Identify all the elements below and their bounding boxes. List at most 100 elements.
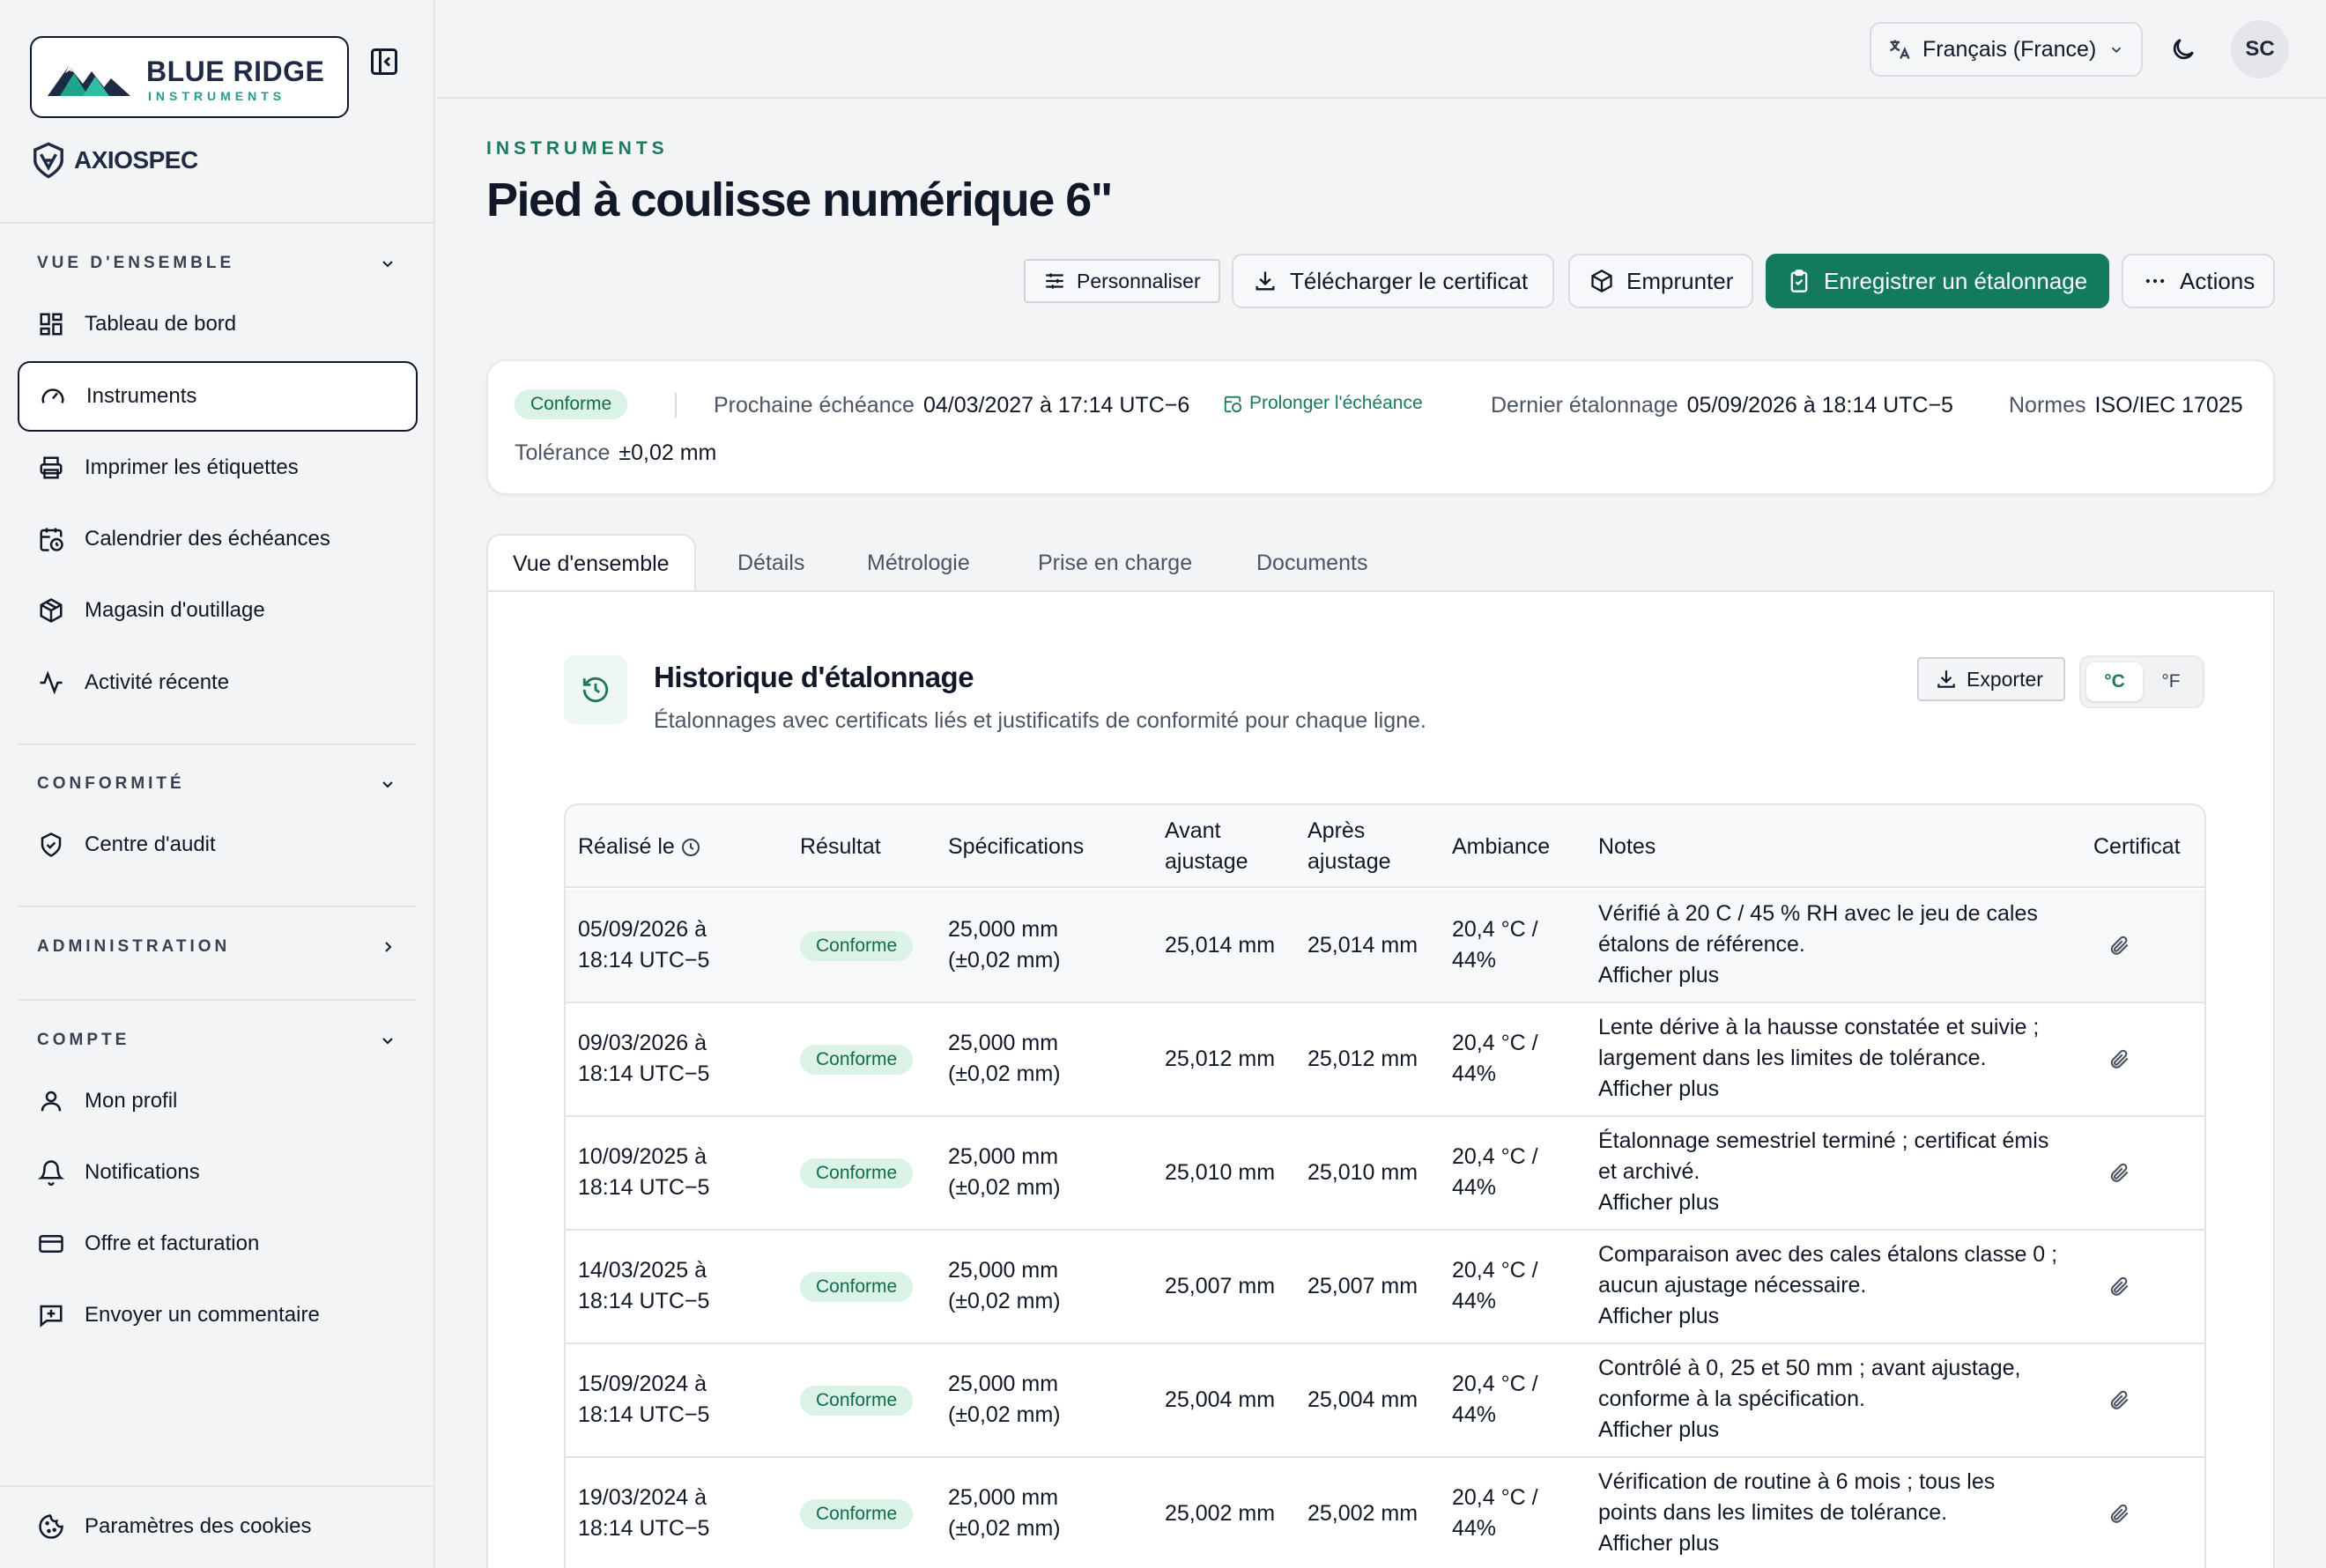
brand-logo[interactable]: BLUE RIDGE INSTRUMENTS	[30, 36, 349, 118]
borrow-button[interactable]: Emprunter	[1568, 254, 1753, 308]
tab-overview[interactable]: Vue d'ensemble	[486, 534, 696, 592]
paperclip-icon[interactable]	[2107, 1388, 2130, 1411]
show-more-link[interactable]: Afficher plus	[1598, 1528, 1995, 1559]
section-title-compliance[interactable]: CONFORMITÉ	[37, 774, 185, 794]
table-header: Réalisé le Résultat Spécifications Avant…	[566, 805, 2204, 888]
cell-notes-line1: Vérification de routine à 6 mois ; tous …	[1598, 1469, 1996, 1494]
table-row[interactable]: 09/03/2026 à 18:14 UTC−5 Conforme 25,000 mm…	[566, 1003, 2204, 1117]
language-select[interactable]: Français (France)	[1870, 22, 2143, 77]
cell-before: 25,002 mm	[1165, 1501, 1276, 1526]
cell-spec: 25,000 mm (±0,02 mm)	[948, 1369, 1061, 1431]
sidebar-item-recent-activity[interactable]: Activité récente	[18, 647, 418, 718]
chevron-down-icon[interactable]	[377, 773, 398, 795]
tab-support[interactable]: Prise en charge	[1038, 534, 1192, 592]
sidebar-item-feedback[interactable]: Envoyer un commentaire	[18, 1280, 418, 1350]
column-header-spec: Spécifications	[948, 834, 1085, 859]
paperclip-icon[interactable]	[2107, 1502, 2130, 1525]
extend-due-link[interactable]: Prolonger l'échéance	[1223, 393, 1423, 414]
dark-mode-toggle-icon[interactable]	[2169, 35, 2197, 63]
show-more-link[interactable]: Afficher plus	[1598, 1301, 2057, 1332]
unit-celsius[interactable]: °C	[2086, 662, 2143, 701]
table-row[interactable]: 05/09/2026 à 18:14 UTC−5 Conforme 25,000 mm…	[566, 890, 2204, 1003]
sidebar-item-notifications[interactable]: Notifications	[18, 1137, 418, 1208]
record-calibration-button[interactable]: Enregistrer un étalonnage	[1766, 254, 2109, 308]
tab-details[interactable]: Détails	[737, 534, 804, 592]
avatar[interactable]: SC	[2231, 20, 2289, 78]
tab-metrology[interactable]: Métrologie	[867, 534, 970, 592]
cell-ambient-line1: 20,4 °C /	[1452, 1258, 1538, 1283]
section-title-administration[interactable]: ADMINISTRATION	[37, 937, 230, 957]
tab-documents[interactable]: Documents	[1256, 534, 1367, 592]
status-badge: Conforme	[800, 1271, 914, 1302]
paperclip-icon[interactable]	[2107, 1047, 2130, 1070]
column-header-date[interactable]: Réalisé le	[578, 832, 701, 862]
cell-before: 25,010 mm	[1165, 1160, 1276, 1185]
divider	[0, 222, 435, 224]
column-header-after: Après ajustage	[1307, 816, 1391, 877]
cell-notes-line2: points dans les limites de tolérance.	[1598, 1500, 1948, 1525]
language-label: Français (France)	[1922, 36, 2097, 62]
chevron-down-icon	[2112, 47, 2122, 54]
mountain-logo-icon	[48, 66, 130, 96]
show-more-link[interactable]: Afficher plus	[1598, 1074, 2039, 1105]
history-icon	[564, 655, 627, 724]
section-title-overview[interactable]: VUE D'ENSEMBLE	[37, 254, 234, 273]
cell-notes-line1: Contrôlé à 0, 25 et 50 mm ; avant ajusta…	[1598, 1356, 2021, 1380]
collapse-sidebar-icon[interactable]	[368, 46, 400, 78]
temperature-unit-toggle: °C °F	[2079, 655, 2204, 708]
breadcrumb[interactable]: INSTRUMENTS	[486, 138, 669, 159]
cell-date-line1: 05/09/2026 à	[578, 917, 707, 942]
sidebar-item-due-calendar[interactable]: Calendrier des échéances	[18, 504, 418, 574]
table-row[interactable]: 19/03/2024 à 18:14 UTC−5 Conforme 25,000 mm…	[566, 1458, 2204, 1568]
paperclip-icon[interactable]	[2107, 1161, 2130, 1184]
table-row[interactable]: 10/09/2025 à 18:14 UTC−5 Conforme 25,000 mm…	[566, 1117, 2204, 1231]
unit-fahrenheit[interactable]: °F	[2143, 662, 2199, 701]
package-icon	[37, 596, 65, 625]
brand-subtitle: INSTRUMENTS	[148, 89, 286, 103]
cell-after: 25,012 mm	[1307, 1047, 1419, 1071]
message-plus-icon	[37, 1301, 65, 1329]
column-header-ambient: Ambiance	[1452, 834, 1551, 859]
cell-ambient-line2: 44%	[1452, 1516, 1497, 1541]
actions-button[interactable]: Actions	[2122, 254, 2275, 308]
sidebar-item-dashboard[interactable]: Tableau de bord	[18, 289, 418, 359]
sidebar-item-profile[interactable]: Mon profil	[18, 1066, 418, 1136]
cell-spec-line2: (±0,02 mm)	[948, 1402, 1061, 1427]
chevron-down-icon[interactable]	[377, 253, 398, 274]
chevron-down-icon[interactable]	[377, 1030, 398, 1051]
actions-button-label: Actions	[2180, 267, 2256, 294]
standards-value: ISO/IEC 17025	[2094, 393, 2243, 418]
section-title-account[interactable]: COMPTE	[37, 1031, 130, 1050]
cell-spec-line1: 25,000 mm	[948, 1485, 1059, 1510]
cell-notes-line2: et archivé.	[1598, 1159, 1700, 1184]
sidebar-item-audit-center[interactable]: Centre d'audit	[18, 810, 418, 880]
paperclip-icon[interactable]	[2107, 934, 2130, 957]
next-due-label: Prochaine échéance	[714, 393, 915, 418]
download-certificate-button[interactable]: Télécharger le certificat	[1232, 254, 1554, 308]
sidebar-item-billing[interactable]: Offre et facturation	[18, 1209, 418, 1279]
sidebar-item-label: Activité récente	[85, 670, 230, 694]
sidebar-item-cookie-settings[interactable]: Paramètres des cookies	[18, 1491, 418, 1562]
sidebar-item-instruments[interactable]: Instruments	[18, 361, 418, 432]
chevron-right-icon[interactable]	[377, 936, 398, 958]
cell-spec: 25,000 mm (±0,02 mm)	[948, 1028, 1061, 1090]
column-header-certificate: Certificat	[2093, 834, 2181, 859]
show-more-link[interactable]: Afficher plus	[1598, 960, 2038, 991]
column-header-notes: Notes	[1598, 834, 1656, 859]
paperclip-icon[interactable]	[2107, 1275, 2130, 1298]
sidebar-item-print-labels[interactable]: Imprimer les étiquettes	[18, 433, 418, 503]
sidebar-item-label: Paramètres des cookies	[85, 1514, 312, 1538]
cell-spec-line1: 25,000 mm	[948, 917, 1059, 942]
cell-notes-line2: conforme à la spécification.	[1598, 1387, 1865, 1411]
divider	[18, 906, 416, 907]
cell-result: Conforme	[800, 1384, 914, 1416]
customize-button[interactable]: Personnaliser	[1024, 259, 1220, 303]
sidebar-item-tool-store[interactable]: Magasin d'outillage	[18, 575, 418, 646]
tolerance: Tolérance ±0,02 mm	[515, 440, 716, 466]
show-more-link[interactable]: Afficher plus	[1598, 1187, 2048, 1218]
cell-notes-line2: largement dans les limites de tolérance.	[1598, 1046, 1987, 1070]
table-row[interactable]: 15/09/2024 à 18:14 UTC−5 Conforme 25,000 mm…	[566, 1344, 2204, 1458]
export-button[interactable]: Exporter	[1917, 657, 2065, 701]
table-row[interactable]: 14/03/2025 à 18:14 UTC−5 Conforme 25,000 mm…	[566, 1231, 2204, 1344]
show-more-link[interactable]: Afficher plus	[1598, 1415, 2020, 1446]
